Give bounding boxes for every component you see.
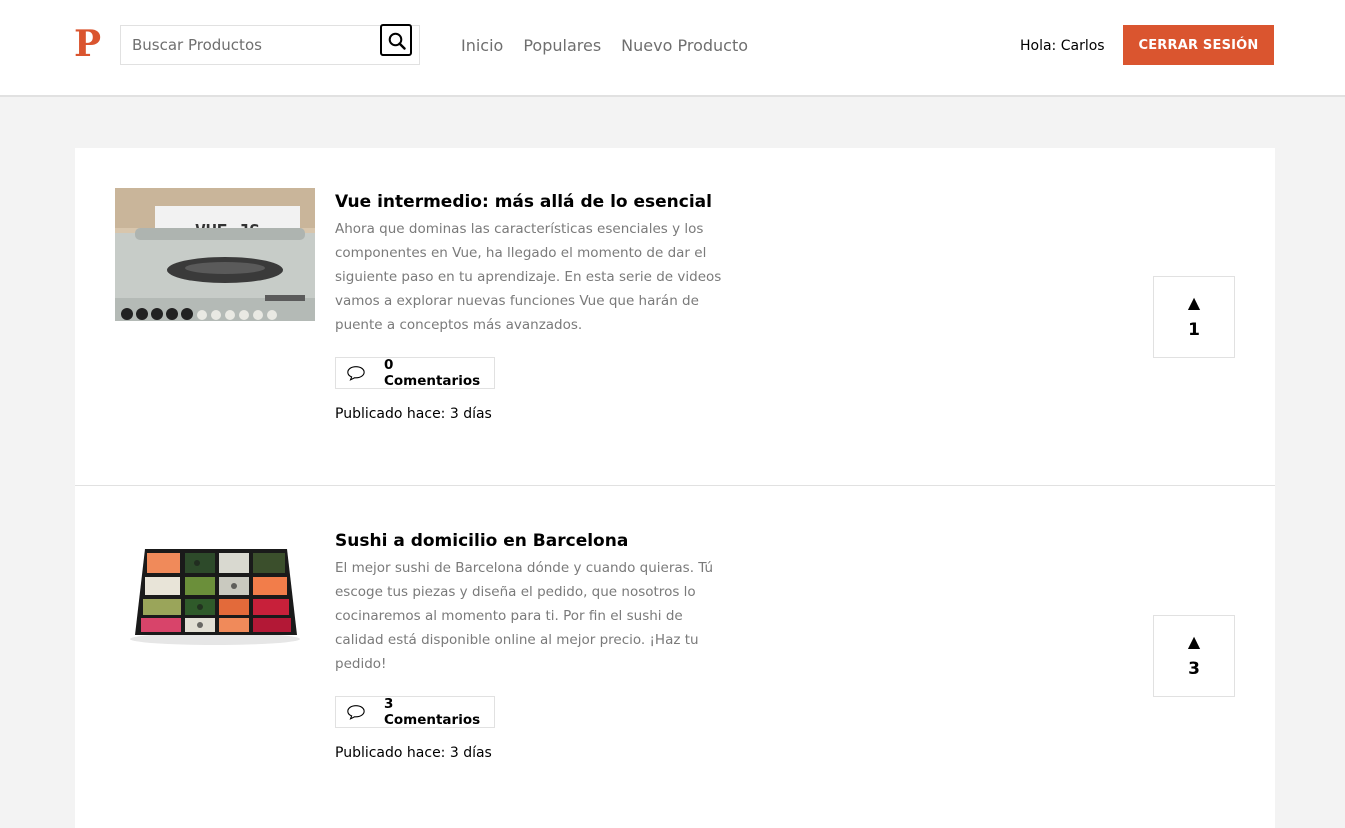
user-greeting: Hola: Carlos [1020,38,1105,54]
product-description: Ahora que dominas las características es… [335,221,722,333]
comments-label: 3 Comentarios [383,696,481,728]
nav-nuevo-producto[interactable]: Nuevo Producto [621,35,748,57]
comments-label: 0 Comentarios [383,357,481,389]
search-form [120,24,420,65]
product-card: Sushi a domicilio en Barcelona El mejor … [75,487,1275,827]
sushi-image [115,527,315,660]
vote-count: 1 [1188,320,1200,340]
product-description: El mejor sushi de Barcelona dónde y cuan… [335,560,714,672]
search-input[interactable] [121,26,376,64]
product-list: VUE.JS Vue intermedio: más allá de lo es… [75,148,1275,828]
typewriter-image: VUE.JS [115,188,315,321]
comment-icon [347,366,365,381]
product-title[interactable]: Sushi a domicilio en Barcelona [335,529,725,553]
comments-count[interactable]: 0 Comentarios [335,357,495,389]
product-info: Vue intermedio: más allá de lo esencial … [335,190,725,422]
product-title[interactable]: Vue intermedio: más allá de lo esencial [335,190,725,214]
product-image[interactable]: VUE.JS [115,188,315,321]
upvote-arrow-icon: ▲ [1187,632,1201,651]
published-date: Publicado hace: 3 días [335,406,492,422]
product-image[interactable] [115,527,315,660]
vote-count: 3 [1188,659,1200,679]
product-card: VUE.JS Vue intermedio: más allá de lo es… [75,148,1275,486]
published-date: Publicado hace: 3 días [335,745,492,761]
search-button[interactable] [380,24,412,56]
nav-inicio[interactable]: Inicio [461,35,503,57]
vote-button[interactable]: ▲ 1 [1153,276,1235,358]
search-icon [388,32,406,50]
product-info: Sushi a domicilio en Barcelona El mejor … [335,529,725,761]
logout-button[interactable]: CERRAR SESIÓN [1123,25,1274,65]
comment-icon [347,705,365,720]
nav-populares[interactable]: Populares [523,35,601,57]
main-nav: Inicio Populares Nuevo Producto [461,35,768,57]
site-header: P Inicio Populares Nuevo Producto Hola: … [0,0,1345,97]
comments-count[interactable]: 3 Comentarios [335,696,495,728]
upvote-arrow-icon: ▲ [1187,293,1201,312]
logo[interactable]: P [74,24,101,64]
vote-button[interactable]: ▲ 3 [1153,615,1235,697]
